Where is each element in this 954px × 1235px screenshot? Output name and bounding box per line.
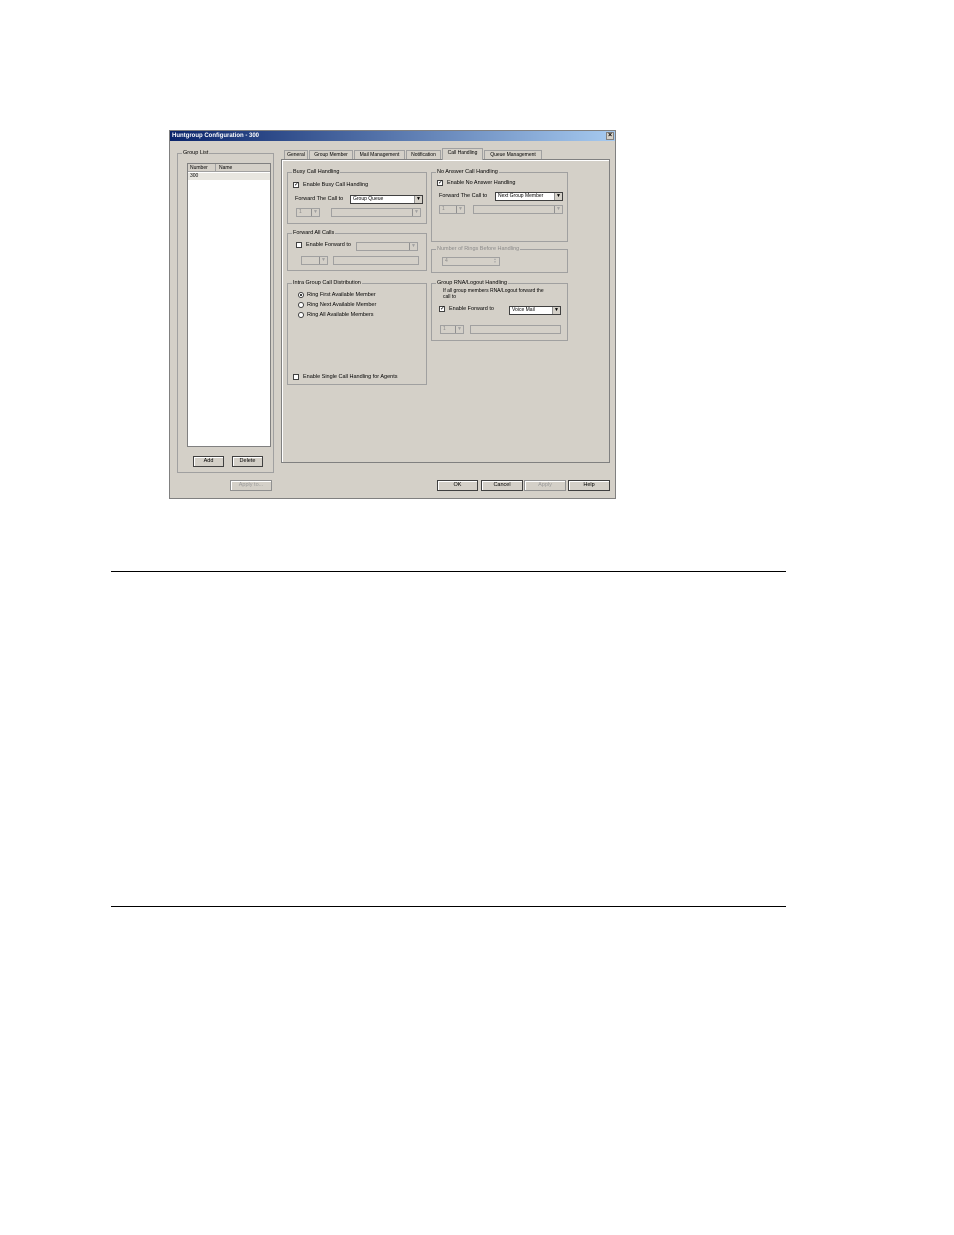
close-icon[interactable]: × xyxy=(606,132,614,140)
group-list-header: Number Name xyxy=(188,164,270,172)
chevron-down-icon: ▼ xyxy=(319,257,327,264)
chevron-down-icon: ▼ xyxy=(412,209,420,216)
tab-general[interactable]: General xyxy=(284,150,308,159)
single-call-checkbox[interactable] xyxy=(293,374,299,380)
divider-bottom xyxy=(111,906,786,907)
spin-down-icon[interactable]: ▼ xyxy=(491,261,499,264)
chevron-down-icon: ▼ xyxy=(554,206,562,213)
apply-to-button[interactable]: Apply to... xyxy=(230,480,272,491)
rna-enable-checkbox[interactable]: ✓ xyxy=(439,306,445,312)
rna-desc-line2: call to xyxy=(443,294,457,300)
rna-target-field[interactable] xyxy=(470,325,561,334)
check-icon: ✓ xyxy=(438,180,444,186)
tab-group-member[interactable]: Group Member xyxy=(309,150,353,159)
huntgroup-config-window: Huntgroup Configuration - 300 × Group Li… xyxy=(169,130,616,499)
chevron-down-icon: ▼ xyxy=(456,206,464,213)
rna-forward-select[interactable]: Voice Mail ▼ xyxy=(509,306,561,315)
ok-button[interactable]: OK xyxy=(437,480,478,491)
rings-value: 4 xyxy=(445,258,448,264)
busy-forward-value: Group Queue xyxy=(353,196,384,202)
busy-title: Busy Call Handling xyxy=(292,168,341,176)
forward-all-label: Enable Forward to xyxy=(306,242,351,248)
rna-title: Group RNA/Logout Handling xyxy=(436,279,509,287)
no-answer-handling-group: No Answer Call Handling ✓ Enable No Answ… xyxy=(431,168,568,242)
no-answer-sub-value: 1 xyxy=(442,206,445,212)
radio-ring-first[interactable] xyxy=(298,292,304,298)
tab-call-handling[interactable]: Call Handling xyxy=(442,148,483,160)
chevron-down-icon: ▼ xyxy=(455,326,463,333)
forward-all-sub-select[interactable]: ▼ xyxy=(301,256,328,265)
no-answer-target-select[interactable]: ▼ xyxy=(473,205,563,214)
apply-button[interactable]: Apply xyxy=(524,480,566,491)
busy-sub-select[interactable]: 1 ▼ xyxy=(296,208,320,217)
cancel-button[interactable]: Cancel xyxy=(481,480,523,491)
busy-forward-select[interactable]: Group Queue ▼ xyxy=(350,195,423,204)
no-answer-sub-select[interactable]: 1 ▼ xyxy=(439,205,465,214)
forward-all-target-field[interactable] xyxy=(333,256,419,265)
rna-sub-select[interactable]: 1 ▼ xyxy=(440,325,464,334)
group-rna-logout-group: Group RNA/Logout Handling If all group m… xyxy=(431,279,568,341)
tab-notification[interactable]: Notification xyxy=(406,150,441,159)
no-answer-enable-label: Enable No Answer Handling xyxy=(447,180,516,186)
ring-first-label: Ring First Available Member xyxy=(307,292,376,298)
divider-top xyxy=(111,571,786,572)
rings-spinner[interactable]: 4 ▲ ▼ xyxy=(442,257,500,266)
delete-button[interactable]: Delete xyxy=(232,456,263,467)
busy-sub-value: 1 xyxy=(299,209,302,215)
intra-title: Intra Group Call Distribution xyxy=(292,279,362,287)
rna-forward-value: Voice Mail xyxy=(512,307,535,313)
busy-target-select[interactable]: ▼ xyxy=(331,208,421,217)
no-answer-enable-checkbox[interactable]: ✓ xyxy=(437,180,443,186)
intra-group-distribution-group: Intra Group Call Distribution Ring First… xyxy=(287,279,427,385)
window-title: Huntgroup Configuration - 300 xyxy=(172,133,259,139)
no-answer-forward-value: Next Group Member xyxy=(498,193,544,199)
forward-all-title: Forward All Calls xyxy=(292,229,336,237)
busy-enable-checkbox[interactable]: ✓ xyxy=(293,182,299,188)
busy-call-handling-group: Busy Call Handling ✓ Enable Busy Call Ha… xyxy=(287,168,427,224)
table-row[interactable]: 300 xyxy=(188,173,270,180)
busy-enable-label: Enable Busy Call Handling xyxy=(303,182,369,188)
row-number: 300 xyxy=(190,173,199,179)
chevron-down-icon: ▼ xyxy=(554,193,562,200)
ring-next-label: Ring Next Available Member xyxy=(307,302,377,308)
check-icon: ✓ xyxy=(440,306,446,312)
no-answer-title: No Answer Call Handling xyxy=(436,168,499,176)
single-call-label: Enable Single Call Handling for Agents xyxy=(303,374,398,380)
busy-forward-label: Forward The Call to xyxy=(295,196,344,202)
forward-all-select[interactable]: ▼ xyxy=(356,242,418,251)
column-number[interactable]: Number xyxy=(190,164,216,172)
forward-all-checkbox[interactable] xyxy=(296,242,302,248)
rna-desc-line1: If all group members RNA/Logout forward … xyxy=(443,288,544,294)
rna-enable-label: Enable Forward to xyxy=(449,306,494,312)
group-list-panel: Group List Number Name 300 Add Delete xyxy=(177,149,274,473)
column-name[interactable]: Name xyxy=(219,164,232,172)
rings-title: Number of Rings Before Handling xyxy=(436,245,521,253)
add-button[interactable]: Add xyxy=(193,456,224,467)
tab-queue-management[interactable]: Queue Management xyxy=(484,150,542,159)
rna-sub-value: 1 xyxy=(443,326,446,332)
help-button[interactable]: Help xyxy=(568,480,610,491)
forward-all-calls-group: Forward All Calls Enable Forward to ▼ ▼ xyxy=(287,229,427,271)
no-answer-forward-select[interactable]: Next Group Member ▼ xyxy=(495,192,563,201)
radio-ring-all[interactable] xyxy=(298,312,304,318)
chevron-down-icon: ▼ xyxy=(414,196,422,203)
check-icon: ✓ xyxy=(294,182,300,188)
chevron-down-icon: ▼ xyxy=(311,209,319,216)
radio-ring-next[interactable] xyxy=(298,302,304,308)
rings-group: Number of Rings Before Handling 4 ▲ ▼ xyxy=(431,245,568,273)
no-answer-forward-label: Forward The Call to xyxy=(439,193,488,199)
call-handling-panel: Busy Call Handling ✓ Enable Busy Call Ha… xyxy=(281,159,610,463)
tab-mail-management[interactable]: Mail Management xyxy=(354,150,405,159)
chevron-down-icon: ▼ xyxy=(409,243,417,250)
chevron-down-icon: ▼ xyxy=(552,307,560,314)
group-list-box[interactable]: Number Name 300 xyxy=(187,163,271,447)
window-titlebar[interactable]: Huntgroup Configuration - 300 × xyxy=(170,131,615,141)
ring-all-label: Ring All Available Members xyxy=(307,312,374,318)
group-list-title: Group List xyxy=(182,149,210,157)
